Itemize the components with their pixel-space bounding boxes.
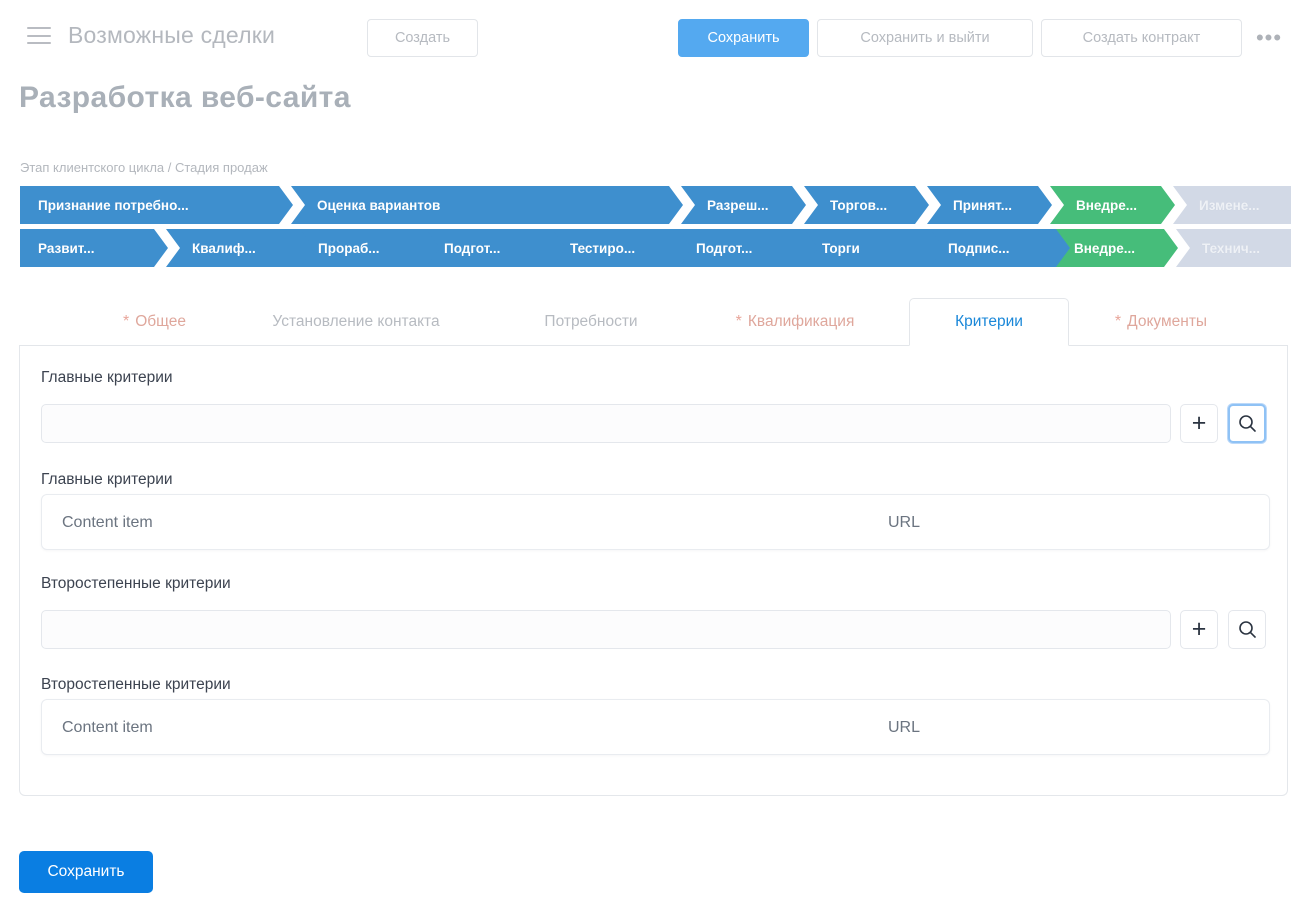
- tab-bar: * Общее Установление контакта Потребности * К…: [19, 298, 1288, 346]
- grid-label: Главные критерии: [41, 471, 173, 488]
- search-button[interactable]: [1228, 610, 1266, 649]
- tab-label: Потребности: [544, 312, 638, 330]
- tab-6[interactable]: * Документы: [1081, 298, 1241, 345]
- pipeline-stage-label: Измене...: [1199, 197, 1260, 213]
- hamburger-line: [27, 42, 51, 44]
- pipeline-stage[interactable]: Технич...: [1176, 229, 1291, 267]
- tab-3[interactable]: Потребности: [522, 298, 660, 345]
- add-button[interactable]: +: [1180, 404, 1218, 443]
- criteria-content-card: Главные критерии + Главные критерии Content…: [19, 346, 1288, 796]
- top-toolbar: Возможные сделки Создать Сохранить Сохра…: [0, 0, 1311, 70]
- tab-label: Установление контакта: [272, 312, 440, 330]
- more-options-icon[interactable]: •••: [1252, 27, 1286, 49]
- tab-1[interactable]: * Общее: [96, 298, 213, 345]
- tab-label: Квалификация: [747, 312, 855, 330]
- content-grid: Content item URL: [41, 699, 1270, 755]
- create-contract-button[interactable]: Создать контракт: [1041, 19, 1242, 57]
- page-title: Разработка веб-сайта: [19, 81, 351, 114]
- pipeline-stage[interactable]: Признание потребно...: [20, 186, 293, 224]
- pipeline-stage[interactable]: Разреш...: [681, 186, 806, 224]
- save-and-exit-button[interactable]: Сохранить и выйти: [817, 19, 1033, 57]
- pipeline-stage[interactable]: Принят...: [927, 186, 1052, 224]
- lookup-field-label: Главные критерии: [41, 369, 173, 386]
- plus-icon: +: [1191, 409, 1207, 437]
- pipeline-stages: Признание потребно... Оценка вариантов Раз…: [20, 186, 1291, 272]
- pipeline-row-sales: Развит... Квалиф... Прораб... Подгот... Тест…: [20, 229, 1291, 267]
- grid-column-header: Content item: [62, 514, 153, 531]
- pipeline-stage-label: Разреш...: [707, 197, 769, 213]
- grid-column-header: URL: [888, 719, 921, 736]
- tab-5[interactable]: Критерии: [909, 298, 1069, 346]
- lookup-field-label: Второстепенные критерии: [41, 575, 231, 592]
- pipeline-stage[interactable]: Тестиро...: [544, 229, 692, 267]
- pipeline-stage-label: Оценка вариантов: [317, 197, 441, 213]
- tab-2[interactable]: Установление контакта: [237, 298, 475, 345]
- search-button[interactable]: [1228, 404, 1266, 443]
- hamburger-line: [27, 27, 51, 29]
- tab-label: Критерии: [955, 313, 1023, 330]
- pipeline-stage[interactable]: Прораб...: [292, 229, 440, 267]
- pipeline-stage-label: Принят...: [953, 197, 1012, 213]
- pipeline-stage-label: Технич...: [1202, 240, 1260, 256]
- grid-column-header: URL: [888, 514, 921, 531]
- pipeline-stage-label: Признание потребно...: [38, 197, 189, 213]
- pipeline-stage-label: Квалиф...: [192, 240, 256, 256]
- pipeline-stage[interactable]: Внедре...: [1050, 186, 1175, 224]
- hamburger-line: [27, 34, 51, 37]
- pipeline-stage[interactable]: Оценка вариантов: [291, 186, 683, 224]
- pipeline-row-lifecycle: Признание потребно... Оценка вариантов Раз…: [20, 186, 1291, 224]
- pipeline-stage-label: Внедре...: [1076, 197, 1137, 213]
- pipeline-stage[interactable]: Подпис...: [922, 229, 1070, 267]
- save-button-top[interactable]: Сохранить: [678, 19, 809, 57]
- lookup-input[interactable]: [41, 610, 1171, 649]
- add-button[interactable]: +: [1180, 610, 1218, 649]
- toolbar-title: Возможные сделки: [68, 22, 276, 48]
- tab-4[interactable]: * Квалификация: [707, 298, 883, 345]
- required-asterisk-icon: *: [735, 312, 742, 330]
- pipeline-stage[interactable]: Квалиф...: [166, 229, 314, 267]
- grid-column-header: Content item: [62, 719, 153, 736]
- content-grid: Content item URL: [41, 494, 1270, 550]
- tab-label: Документы: [1127, 312, 1208, 330]
- tab-label: Общее: [135, 312, 186, 330]
- required-asterisk-icon: *: [123, 312, 130, 330]
- hamburger-menu-icon[interactable]: [27, 27, 51, 44]
- search-icon: [1238, 414, 1257, 433]
- lookup-input[interactable]: [41, 404, 1171, 443]
- pipeline-stage-label: Развит...: [38, 240, 95, 256]
- pipeline-stage[interactable]: Торгов...: [804, 186, 929, 224]
- pipeline-stage[interactable]: Подгот...: [670, 229, 818, 267]
- pipeline-label: Этап клиентского цикла / Стадия продаж: [20, 160, 268, 175]
- create-button[interactable]: Создать: [367, 19, 478, 57]
- save-button-bottom[interactable]: Сохранить: [19, 851, 153, 893]
- pipeline-stage[interactable]: Измене...: [1173, 186, 1291, 224]
- grid-label: Второстепенные критерии: [41, 676, 231, 693]
- pipeline-stage[interactable]: Подгот...: [418, 229, 566, 267]
- plus-icon: +: [1191, 615, 1207, 643]
- pipeline-stage[interactable]: Развит...: [20, 229, 168, 267]
- required-asterisk-icon: *: [1114, 312, 1122, 330]
- pipeline-stage[interactable]: Торги: [796, 229, 944, 267]
- search-icon: [1238, 620, 1257, 639]
- pipeline-stage-label: Торгов...: [830, 197, 888, 213]
